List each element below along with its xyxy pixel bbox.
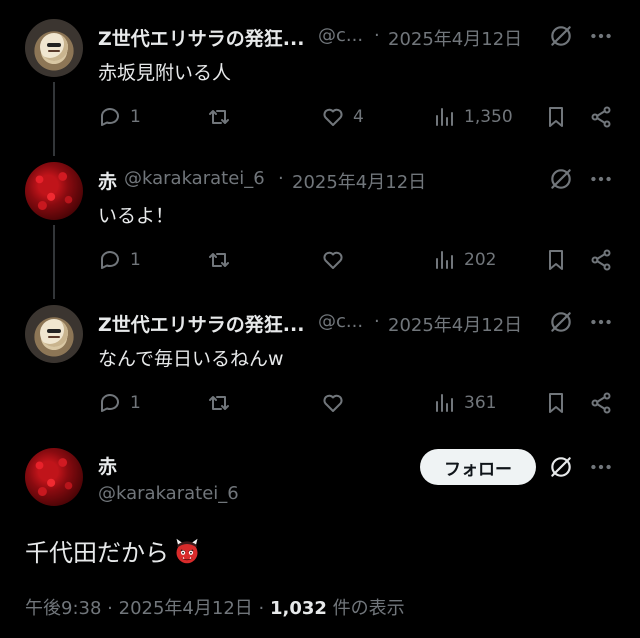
author-handle[interactable]: @c... [318, 311, 363, 332]
share-icon[interactable] [589, 248, 613, 272]
main-post-text: 千代田だから [25, 539, 169, 567]
views-button[interactable]: 202 [432, 248, 496, 272]
bookmark-icon[interactable] [544, 391, 568, 415]
views-icon [436, 251, 453, 269]
grok-icon[interactable] [548, 309, 574, 335]
repost-button[interactable] [207, 391, 231, 415]
footer-separator: · [107, 598, 113, 619]
views-icon [436, 108, 453, 126]
follow-button[interactable]: フォロー [420, 449, 536, 485]
like-icon [323, 394, 343, 412]
like-count: 4 [353, 107, 364, 127]
like-button[interactable]: 4 [321, 105, 364, 129]
reply-count: 1 [130, 250, 141, 270]
reply-button[interactable]: 1 [98, 248, 141, 272]
views-icon [436, 394, 453, 412]
author-name[interactable]: Z世代エリサラの発狂... [98, 24, 304, 51]
more-icon[interactable] [588, 454, 614, 480]
grok-icon[interactable] [548, 23, 574, 49]
post-text: なんで毎日いるねんw [98, 348, 284, 370]
like-button[interactable] [321, 391, 345, 415]
post-time[interactable]: 午後9:38 [25, 598, 101, 619]
japanese-ogre-emoji [176, 538, 198, 563]
views-count: 361 [464, 393, 497, 413]
author-name[interactable]: 赤 [98, 452, 117, 479]
views-button[interactable]: 1,350 [432, 105, 513, 129]
repost-icon [209, 396, 229, 410]
post-footer: 午後9:38 · 2025年4月12日 · 1,032 件の表示 [25, 594, 405, 620]
bookmark-icon[interactable] [544, 105, 568, 129]
views-suffix: 件の表示 [332, 598, 405, 619]
reply-icon [101, 394, 119, 412]
like-icon [323, 108, 343, 126]
more-icon[interactable] [588, 166, 614, 192]
views-count[interactable]: 1,032 [270, 598, 327, 619]
avatar[interactable] [25, 448, 83, 506]
avatar[interactable] [25, 162, 83, 220]
post-date[interactable]: 2025年4月12日 [388, 25, 522, 51]
reply-button[interactable]: 1 [98, 391, 141, 415]
repost-icon [209, 110, 229, 124]
avatar[interactable] [25, 19, 83, 77]
author-handle[interactable]: @karakaratei_6 [124, 168, 265, 189]
reply-count: 1 [130, 107, 141, 127]
views-button[interactable]: 361 [432, 391, 496, 415]
thread-line [53, 82, 55, 156]
footer-separator: · [258, 598, 265, 619]
author-name[interactable]: Z世代エリサラの発狂... [98, 310, 304, 337]
share-icon[interactable] [589, 391, 613, 415]
more-icon[interactable] [588, 309, 614, 335]
thread-line [53, 225, 55, 299]
more-icon[interactable] [588, 23, 614, 49]
meta-separator: · [374, 25, 380, 46]
grok-icon[interactable] [548, 454, 574, 480]
reply-count: 1 [130, 393, 141, 413]
grok-icon[interactable] [548, 166, 574, 192]
like-icon [323, 251, 343, 269]
repost-button[interactable] [207, 105, 231, 129]
reply-icon [101, 251, 119, 269]
meta-separator: · [374, 311, 380, 332]
bookmark-icon[interactable] [544, 248, 568, 272]
share-icon[interactable] [589, 105, 613, 129]
post-date[interactable]: 2025年4月12日 [388, 311, 522, 337]
like-button[interactable] [321, 248, 345, 272]
main-post-text-wrap: 千代田だから [25, 533, 201, 568]
post-date[interactable]: 2025年4月12日 [119, 598, 253, 619]
avatar[interactable] [25, 305, 83, 363]
repost-button[interactable] [207, 248, 231, 272]
views-count: 1,350 [464, 107, 513, 127]
views-count: 202 [464, 250, 497, 270]
meta-separator: · [278, 168, 284, 189]
author-handle[interactable]: @karakaratei_6 [98, 483, 239, 504]
reply-button[interactable]: 1 [98, 105, 141, 129]
post-text: いるよ！ [98, 205, 175, 227]
reply-icon [101, 108, 119, 126]
repost-icon [209, 253, 229, 267]
author-handle[interactable]: @c... [318, 25, 363, 46]
post-date[interactable]: 2025年4月12日 [292, 168, 426, 194]
post-text: 赤坂見附いる人 [98, 62, 232, 84]
author-name[interactable]: 赤 [98, 167, 117, 194]
